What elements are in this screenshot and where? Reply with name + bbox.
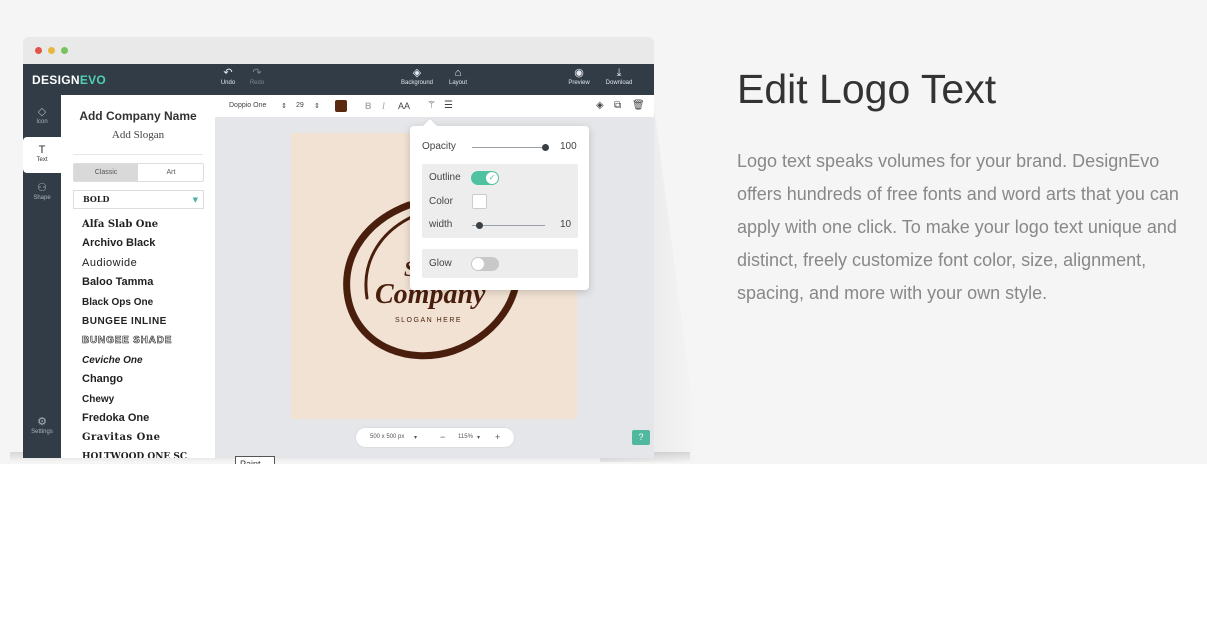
help-button[interactable]: ? (632, 430, 650, 445)
glow-label: Glow (429, 258, 452, 269)
outline-color-label: Color (429, 196, 453, 207)
outline-width-label: width (429, 219, 453, 230)
layout-button[interactable]: ⌂ Layout (438, 67, 478, 86)
add-slogan-button[interactable]: Add Slogan (61, 129, 215, 141)
font-item[interactable]: Alfa Slab One (82, 215, 212, 234)
diamond-icon: ◇ (37, 106, 47, 118)
window-titlebar (23, 37, 654, 64)
glow-toggle[interactable] (471, 257, 499, 271)
feature-description: Logo text speaks volumes for your brand.… (737, 151, 1179, 303)
feature-title: Edit Logo Text (737, 66, 997, 112)
font-item[interactable]: Ceviche One (82, 351, 212, 370)
opacity-slider-track[interactable] (472, 147, 547, 148)
bold-button[interactable]: B (365, 101, 372, 111)
nav-shape[interactable]: ⚇ Shape (23, 179, 61, 209)
font-size-caret-icon: ⇕ (314, 103, 320, 110)
outline-toggle[interactable]: ✓ (471, 171, 499, 185)
font-item[interactable]: Chango (82, 370, 212, 389)
font-item[interactable]: Baloo Tamma (82, 273, 212, 292)
font-category-tabs: Classic Art (73, 163, 204, 182)
text-icon: T (38, 144, 46, 156)
font-item[interactable]: Black Ops One (82, 293, 212, 312)
opacity-slider-handle[interactable] (542, 144, 549, 151)
font-item[interactable]: Chewy (82, 390, 212, 409)
font-item[interactable]: Audiowide (82, 254, 212, 273)
text-panel: Add Company Name Add Slogan Classic Art … (61, 95, 215, 458)
gear-icon: ⚙ (37, 416, 47, 428)
divider (73, 154, 203, 155)
text-color-swatch[interactable] (335, 100, 347, 112)
tab-art[interactable]: Art (139, 164, 203, 181)
case-button[interactable]: AA (398, 101, 410, 111)
nav-settings[interactable]: ⚙ Settings (23, 413, 61, 443)
effects-wand-icon[interactable]: ⚚ (427, 100, 436, 111)
opacity-label: Opacity (422, 141, 456, 152)
background-button[interactable]: ◈ Background (397, 67, 437, 86)
opacity-value: 100 (560, 141, 577, 152)
outline-label: Outline (429, 172, 461, 183)
close-dot[interactable] (35, 47, 42, 54)
tab-classic[interactable]: Classic (74, 164, 138, 181)
canvas-size-select[interactable]: 500 x 500 px (370, 434, 404, 440)
nav-icon[interactable]: ◇ Icon (23, 103, 61, 133)
font-family-select[interactable]: Doppio One (229, 102, 266, 109)
trash-icon[interactable]: 🗑 (632, 100, 645, 111)
font-item[interactable]: HOLTWOOD ONE SC (82, 448, 212, 458)
font-item[interactable]: Gravitas One (82, 428, 212, 447)
glow-toggle-knob (472, 258, 484, 270)
italic-button[interactable]: I (382, 101, 385, 111)
preview-button[interactable]: ◉ Preview (559, 67, 599, 86)
redo-icon: ↷ (252, 67, 262, 79)
add-company-name-button[interactable]: Add Company Name (61, 109, 215, 123)
width-slider-handle[interactable] (476, 222, 483, 229)
zoom-out-button[interactable]: − (440, 432, 445, 442)
redo-button[interactable]: ↷ Redo (237, 67, 277, 86)
maximize-dot[interactable] (61, 47, 68, 54)
font-item[interactable]: Archivo Black (82, 234, 212, 253)
font-style-select[interactable]: BOLD ▼ (73, 190, 204, 209)
zoom-bar: 500 x 500 px ▾ − 115% ▾ + (356, 428, 514, 447)
paint-bucket-icon: ◈ (412, 67, 422, 79)
zoom-in-button[interactable]: + (495, 432, 500, 442)
paint-tooltip: Paint (235, 456, 275, 464)
zoom-select[interactable]: 115% (458, 434, 473, 440)
font-item[interactable]: BUNGEE SHADE (82, 331, 212, 350)
logo-slogan-text: SLOGAN HERE (395, 317, 462, 324)
font-item[interactable]: BUNGEE INLINE (82, 312, 212, 331)
minimize-dot[interactable] (48, 47, 55, 54)
nav-text[interactable]: T Text (23, 137, 61, 173)
outline-color-swatch[interactable] (472, 194, 487, 209)
font-family-caret-icon: ⇕ (281, 103, 287, 110)
text-format-toolbar: Doppio One ⇕ 29 ⇕ B I AA ⚚ ☰ ◈ ⧉ 🗑 (215, 95, 654, 118)
zoom-caret-icon: ▾ (477, 435, 481, 441)
download-icon: ⤓ (616, 67, 622, 79)
layout-icon: ⌂ (454, 67, 462, 79)
top-toolbar: DESIGNEVO ↶ Undo ↷ Redo ◈ Background ⌂ Layou… (23, 64, 654, 95)
size-caret-icon: ▾ (414, 435, 418, 441)
caret-down-icon: ▼ (192, 195, 198, 204)
font-list: Alfa Slab One Archivo Black Audiowide Ba… (82, 215, 212, 458)
check-icon: ✓ (486, 172, 498, 184)
copy-icon[interactable]: ⧉ (614, 100, 621, 111)
left-nav: ◇ Icon T Text ⚇ Shape ⚙ Settings (23, 95, 61, 458)
font-item[interactable]: Fredoka One (82, 409, 212, 428)
download-button[interactable]: ⤓ Download (599, 67, 639, 86)
text-effects-popup: Opacity 100 Outline ✓ Color width 10 Glo… (410, 118, 589, 290)
eye-icon: ◉ (574, 67, 584, 79)
brand-logo[interactable]: DESIGNEVO (32, 73, 106, 87)
layers-icon[interactable]: ◈ (596, 100, 604, 111)
shape-icon: ⚇ (37, 182, 47, 194)
spacing-icon[interactable]: ☰ (444, 100, 453, 111)
font-size-select[interactable]: 29 (296, 102, 304, 109)
outline-width-value: 10 (560, 219, 572, 230)
